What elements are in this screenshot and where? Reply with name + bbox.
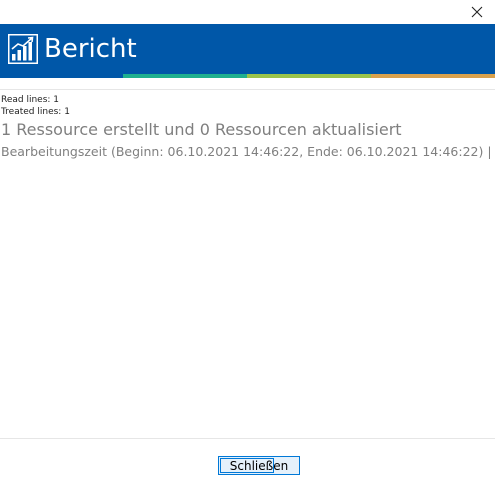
report-content: Read lines: 1 Treated lines: 1 1 Ressour… bbox=[1, 94, 493, 161]
footer-divider bbox=[0, 438, 495, 439]
bar-chart-icon bbox=[8, 34, 38, 64]
processing-time-text: Bearbeitungszeit (Beginn: 06.10.2021 14:… bbox=[1, 144, 492, 159]
window-close-button[interactable] bbox=[459, 0, 495, 24]
report-dialog: Bericht Read lines: 1 Treated lines: 1 1… bbox=[0, 0, 495, 481]
report-header-banner: Bericht bbox=[0, 24, 495, 74]
report-title: Bericht bbox=[44, 34, 137, 64]
accent-stripe-orange bbox=[371, 74, 495, 78]
title-bar bbox=[0, 0, 495, 24]
read-lines-text: Read lines: 1 bbox=[1, 95, 60, 105]
accent-stripe-green bbox=[247, 74, 371, 78]
accent-stripe-teal bbox=[123, 74, 247, 78]
close-button[interactable]: Schließen bbox=[218, 456, 300, 475]
close-icon bbox=[471, 6, 483, 18]
accent-stripe-blue bbox=[0, 74, 123, 78]
summary-text: 1 Ressource erstellt und 0 Ressourcen ak… bbox=[1, 120, 402, 139]
treated-lines-text: Treated lines: 1 bbox=[1, 107, 70, 117]
divider bbox=[0, 89, 495, 90]
